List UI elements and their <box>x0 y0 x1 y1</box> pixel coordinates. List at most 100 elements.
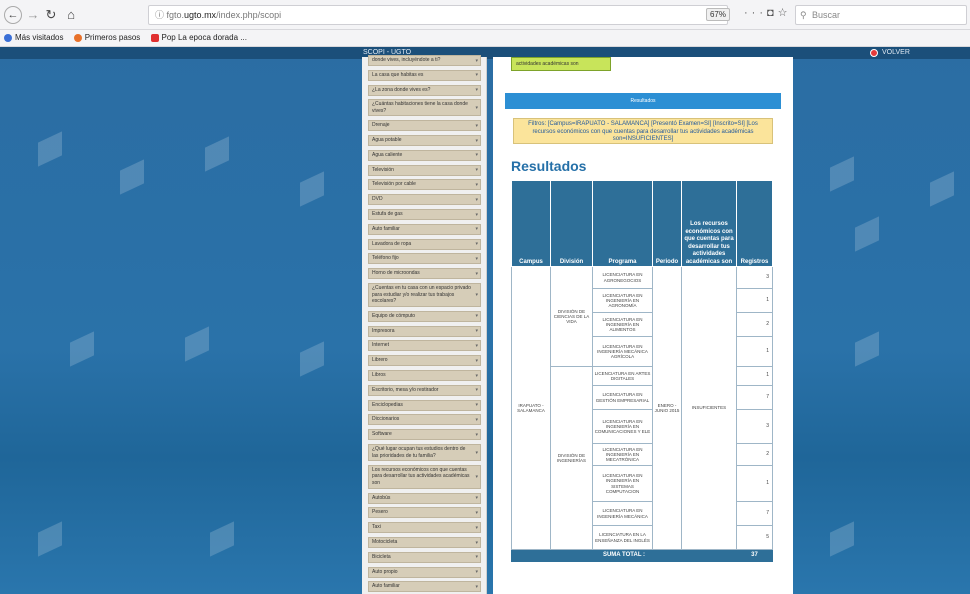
filter-select[interactable]: Drenaje ▾ <box>368 120 481 132</box>
search-placeholder: Buscar <box>812 10 841 20</box>
cell-registros: 5 <box>736 525 773 550</box>
filter-label: donde vives, incluyéndote a ti? <box>372 57 441 63</box>
chevron-down-icon: ▾ <box>475 372 478 379</box>
chevron-down-icon: ▾ <box>475 583 478 590</box>
search-input[interactable]: ⚲ Buscar <box>795 5 967 25</box>
col-header-periodo[interactable]: Periodo <box>652 180 682 267</box>
filter-select[interactable]: Impresora ▾ <box>368 325 481 337</box>
info-icon[interactable]: ⓘ <box>155 10 164 20</box>
cell-programa: LICENCIATURA EN ARTES DIGITALES <box>592 366 653 386</box>
col-header-division[interactable]: División <box>550 180 593 267</box>
filter-select[interactable]: Internet ▾ <box>368 340 481 352</box>
filter-label: Enciclopedias <box>372 401 403 408</box>
zoom-indicator[interactable]: 67% <box>706 8 730 21</box>
col-header-campus[interactable]: Campus <box>511 180 551 267</box>
filter-select[interactable]: Software ▾ <box>368 429 481 441</box>
chevron-down-icon: ▾ <box>475 313 478 320</box>
filter-select[interactable]: Librero ▾ <box>368 355 481 367</box>
filter-select[interactable]: Equipo de cómputo ▾ <box>368 310 481 322</box>
cell-programa: LICENCIATURA EN LA ENSEÑANZA DEL INGLÉS <box>592 525 653 550</box>
filter-label: Televisión por cable <box>372 181 416 188</box>
page-viewport: SCOPI - UGTO VOLVER donde vives, incluyé… <box>0 47 970 594</box>
chevron-down-icon: ▾ <box>475 524 478 531</box>
filter-select[interactable]: Agua caliente ▾ <box>368 149 481 161</box>
decorative-shape <box>185 326 209 362</box>
filter-select[interactable]: Diccionarios ▾ <box>368 414 481 426</box>
chevron-down-icon: ▾ <box>475 291 478 298</box>
cell-registros: 2 <box>736 443 773 466</box>
filter-select[interactable]: Libros ▾ <box>368 370 481 381</box>
url-bar[interactable]: ⓘ fgto.ugto.mx/index.php/scopi <box>148 5 728 25</box>
decorative-shape <box>210 521 234 557</box>
bookmark-star-icon[interactable]: ☆ <box>778 7 792 19</box>
filter-select[interactable]: Taxi ▾ <box>368 522 481 534</box>
filter-select[interactable]: Horno de microondas ▾ <box>368 268 481 280</box>
filter-select[interactable]: Estufa de gas ▾ <box>368 209 481 220</box>
bookmark-item[interactable]: Más visitados <box>4 30 63 46</box>
more-icon[interactable]: ··· <box>744 7 767 19</box>
forward-arrow-icon[interactable]: → <box>26 6 40 24</box>
filter-select[interactable]: La casa que habitas es ▾ <box>368 69 481 81</box>
chevron-down-icon: ▾ <box>475 196 478 203</box>
filter-select[interactable]: Autobús ▾ <box>368 492 481 504</box>
filter-select[interactable]: Escritorio, mesa y/o restirador ▾ <box>368 384 481 396</box>
filter-select[interactable]: Motocicleta ▾ <box>368 537 481 548</box>
filter-select[interactable]: Televisión ▾ <box>368 164 481 176</box>
chevron-down-icon: ▾ <box>475 387 478 394</box>
filter-label: Escritorio, mesa y/o restirador <box>372 386 439 393</box>
cell-programa: LICENCIATURA EN AGRONEGOCIOS <box>592 266 653 289</box>
chevron-down-icon: ▾ <box>475 416 478 423</box>
filter-select[interactable]: DVD ▾ <box>368 194 481 206</box>
chevron-down-icon: ▾ <box>475 357 478 364</box>
bookmark-item[interactable]: Primeros pasos <box>73 30 140 46</box>
col-header-recursos[interactable]: Los recursos económicos con que cuentas … <box>681 180 737 267</box>
filter-select[interactable]: Enciclopedias ▾ <box>368 399 481 411</box>
decorative-shape <box>205 136 229 172</box>
filter-label: ¿Cuentas en tu casa con un espacio priva… <box>372 285 471 304</box>
filter-select[interactable]: ¿Cuántas habitaciones tiene la casa dond… <box>368 99 481 117</box>
filter-select[interactable]: Auto familiar ▾ <box>368 223 481 235</box>
filter-select[interactable]: Bicicleta ▾ <box>368 551 481 563</box>
bookmark-item[interactable]: Pop La epoca dorada ... <box>150 30 247 46</box>
filter-select[interactable]: Auto propio ▾ <box>368 566 481 578</box>
filter-select[interactable]: donde vives, incluyéndote a ti? ▾ <box>368 55 481 66</box>
filter-select[interactable]: Los recursos económicos con que cuentas … <box>368 464 481 489</box>
filter-select[interactable]: Agua potable ▾ <box>368 135 481 146</box>
cell-division: DIVISIÓN DE INGENIERÍAS <box>550 366 593 550</box>
filter-label: Auto familiar <box>372 583 400 590</box>
decorative-shape <box>38 131 62 167</box>
gear-icon <box>4 34 12 42</box>
filter-label: Horno de microondas <box>372 270 420 277</box>
chevron-down-icon: ▾ <box>475 104 478 111</box>
home-icon[interactable]: ⌂ <box>64 6 78 24</box>
back-arrow-icon[interactable]: ← <box>4 6 22 24</box>
filter-select[interactable]: Televisión por cable ▾ <box>368 179 481 191</box>
filter-select[interactable]: Pesero ▾ <box>368 507 481 519</box>
filter-select[interactable]: Auto familiar ▾ <box>368 581 481 593</box>
filter-select[interactable]: Lavadora de ropa ▾ <box>368 238 481 250</box>
col-header-registros[interactable]: Registros <box>736 180 773 267</box>
filter-select[interactable]: ¿Cuentas en tu casa con un espacio priva… <box>368 283 481 307</box>
filter-label: Los recursos económicos con que cuentas … <box>372 466 470 486</box>
chevron-down-icon: ▾ <box>475 568 478 575</box>
decorative-shape <box>300 171 324 207</box>
pocket-icon[interactable]: ◘ <box>767 7 778 19</box>
filter-panel: donde vives, incluyéndote a ti? ▾ La casa … <box>362 55 487 594</box>
reload-icon[interactable]: ↻ <box>44 6 58 24</box>
chevron-down-icon: ▾ <box>475 342 478 349</box>
chevron-down-icon: ▾ <box>475 494 478 501</box>
filter-select[interactable]: ¿La zona donde vives es? ▾ <box>368 84 481 96</box>
chevron-down-icon: ▾ <box>475 181 478 188</box>
filter-select[interactable]: Teléfono fijo ▾ <box>368 253 481 265</box>
cell-programa: LICENCIATURA EN INGENIERÍA EN ALIMENTOS <box>592 312 653 337</box>
cell-programa: LICENCIATURA EN GESTIÓN EMPRESARIAL <box>592 385 653 410</box>
decorative-shape <box>70 331 94 367</box>
url-host: ugto.mx <box>184 10 217 20</box>
logo-icon <box>870 49 878 57</box>
col-header-programa[interactable]: Programa <box>592 180 653 267</box>
youtube-icon <box>150 34 159 42</box>
decorative-shape <box>120 159 144 195</box>
filter-select[interactable]: ¿Qué lugar ocupan tus estudios dentro de… <box>368 444 481 461</box>
volver-link[interactable]: VOLVER <box>870 47 910 59</box>
cell-registros: 3 <box>736 266 773 289</box>
